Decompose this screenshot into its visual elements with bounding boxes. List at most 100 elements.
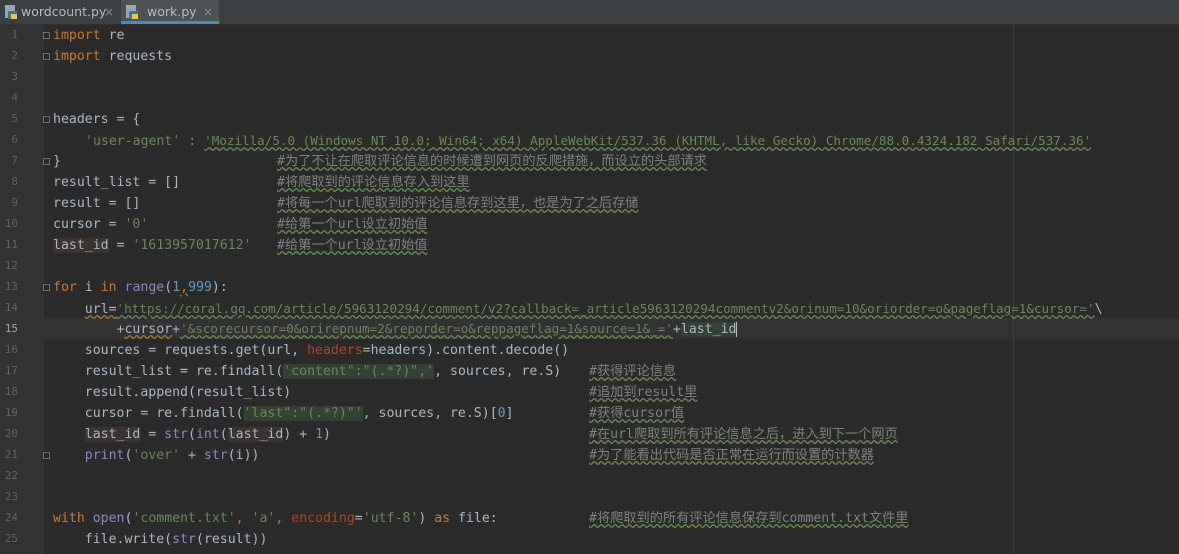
builtin: open xyxy=(92,511,125,526)
comment: #给第一个url设立初始值 xyxy=(277,238,428,253)
code-text: = xyxy=(108,238,133,253)
string: 'last":"(.*?)"' xyxy=(243,406,363,421)
code-text: result.append(result_list) xyxy=(84,385,292,400)
keyword: as xyxy=(434,511,451,526)
line-number: 23 xyxy=(4,490,18,503)
comment: #追加到result里 xyxy=(589,385,698,400)
code-line-2: import requests xyxy=(53,46,172,67)
code-text: , sources, re.S) xyxy=(434,364,562,379)
string: 'a' xyxy=(251,511,276,526)
variable: last_id xyxy=(84,427,141,442)
code-line-20: last_id = str(int(last_id) + 1) xyxy=(53,424,331,445)
line-number: 17 xyxy=(4,364,18,377)
code-line-15: +cursor+'&scorecursor=0&orirepnum=2&repo… xyxy=(53,318,738,339)
variable: last_id xyxy=(227,427,284,442)
close-icon[interactable]: × xyxy=(104,0,114,24)
code-text: ) + xyxy=(283,427,316,442)
comment: #在url爬取到所有评论信息之后，进入到下一个网页 xyxy=(589,427,898,442)
line-number: 18 xyxy=(4,385,18,398)
code-text: headers = { xyxy=(53,112,141,127)
fold-marker-icon[interactable] xyxy=(43,116,50,123)
code-text: ( xyxy=(219,427,228,442)
fold-marker-icon[interactable] xyxy=(43,284,50,291)
code-text: + xyxy=(672,322,681,337)
keyword: import xyxy=(53,49,101,64)
comment: #给第一个url设立初始值 xyxy=(277,217,428,232)
fold-marker-icon[interactable] xyxy=(43,452,50,459)
code-line-8: result_list = [] xyxy=(53,172,180,193)
string: 'utf-8' xyxy=(362,511,419,526)
close-icon[interactable]: × xyxy=(203,0,213,24)
code-text: file: xyxy=(450,511,498,526)
comment: #获得cursor值 xyxy=(589,406,685,421)
line-number: 6 xyxy=(11,133,18,146)
fold-marker-icon[interactable] xyxy=(43,158,50,165)
code-line-16: sources = requests.get(url, headers=head… xyxy=(53,340,569,361)
code-text: requests xyxy=(100,49,173,64)
comment: #为了不让在爬取评论信息的时候遭到网页的反爬措施，而设立的头部请求 xyxy=(277,154,707,169)
tab-work[interactable]: work.py × xyxy=(121,0,219,24)
code-text: = xyxy=(100,217,125,232)
comment: #获得评论信息 xyxy=(589,364,677,379)
number: 0 xyxy=(497,406,506,421)
code-text: ) xyxy=(418,511,435,526)
string: 'comment.txt' xyxy=(132,511,236,526)
keyword-argument: encoding xyxy=(291,511,355,526)
line-number: 8 xyxy=(11,175,18,188)
keyword: with xyxy=(53,511,85,526)
variable: cursor xyxy=(53,217,101,232)
code-text: file.write( xyxy=(84,532,173,547)
line-number: 13 xyxy=(4,280,18,293)
line-number-current: 15 xyxy=(4,322,18,335)
code-text: url= xyxy=(84,302,117,317)
line-number: 14 xyxy=(4,301,18,314)
tab-wordcount[interactable]: wordcount.py × xyxy=(0,0,118,24)
builtin: str xyxy=(172,532,196,547)
code-text: (result)) xyxy=(195,532,268,547)
code-text: ): xyxy=(211,280,228,295)
code-text: sources = requests.get(url, xyxy=(84,343,308,358)
python-file-icon xyxy=(126,5,138,19)
code-text: ( xyxy=(164,280,173,295)
code-text: i xyxy=(76,280,101,295)
code-text: , xyxy=(235,511,252,526)
code-text: cursor = re.findall( xyxy=(84,406,244,421)
fold-marker-icon[interactable] xyxy=(43,53,50,60)
line-number: 2 xyxy=(11,49,18,62)
string: 'Mozilla/5.0 (Windows NT 10.0; Win64; x6… xyxy=(204,133,1092,148)
code-text: ] xyxy=(505,406,514,421)
line-number: 10 xyxy=(4,217,18,230)
code-text: result_list = [] xyxy=(53,175,181,190)
code-line-21: print('over' + str(i)) xyxy=(53,445,260,466)
python-file-icon xyxy=(5,5,17,19)
builtin: str xyxy=(203,448,228,463)
line-number: 19 xyxy=(4,406,18,419)
fold-marker-icon[interactable] xyxy=(43,32,50,39)
code-text: + xyxy=(180,448,204,463)
code-text: , xyxy=(180,280,189,295)
code-line-5: headers = { xyxy=(53,109,140,130)
line-number: 20 xyxy=(4,427,18,440)
tab-label: wordcount.py xyxy=(21,4,107,19)
code-line-17: result_list = re.findall('content":"(.*?… xyxy=(53,361,561,382)
code-line-9: result = [] xyxy=(53,193,140,214)
comment: #将爬取到的所有评论信息保存到comment.txt文件里 xyxy=(589,511,909,526)
code-text: ( xyxy=(188,427,196,442)
code-text: = xyxy=(354,511,363,526)
line-number: 16 xyxy=(4,343,18,356)
line-number: 9 xyxy=(11,196,18,209)
code-line-7: } xyxy=(53,151,61,172)
builtin: int xyxy=(195,427,220,442)
comment: #为了能看出代码是否正常在运行而设置的计数器 xyxy=(589,448,874,463)
builtin: print xyxy=(84,448,125,463)
code-line-14: url='https://coral.qq.com/article/596312… xyxy=(53,298,1103,319)
builtin: range xyxy=(124,280,165,295)
